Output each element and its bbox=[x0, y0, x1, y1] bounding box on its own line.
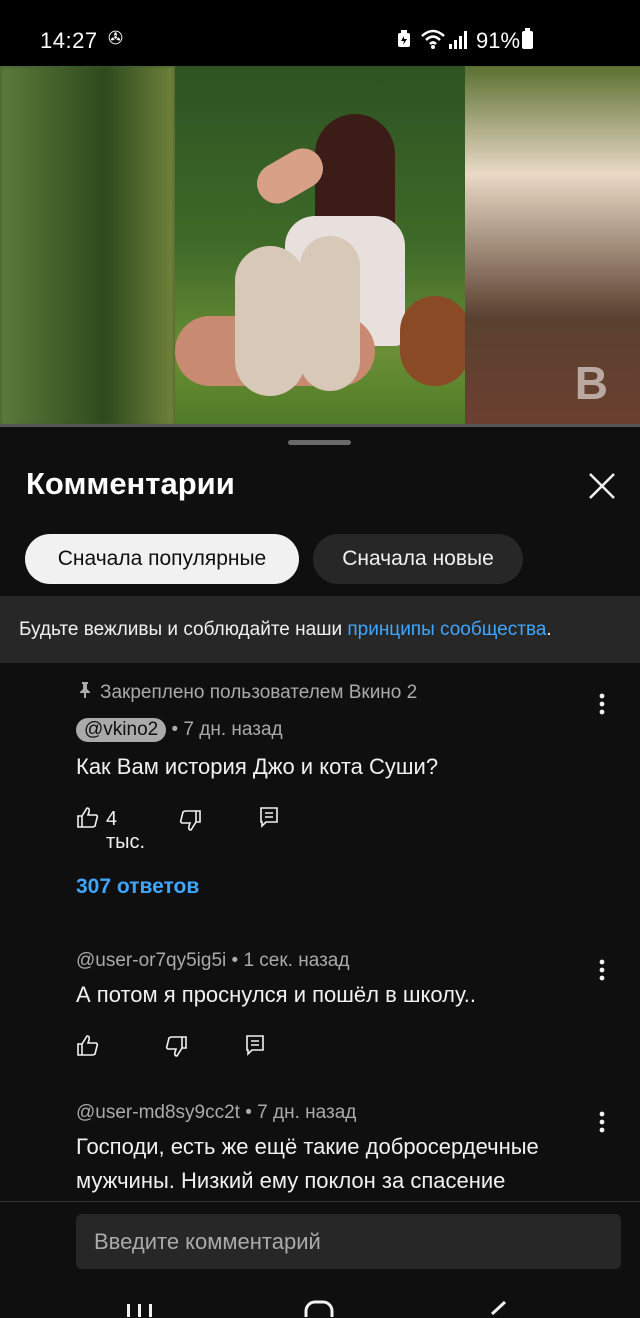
video-progress-bar[interactable] bbox=[0, 424, 640, 427]
like-icon[interactable] bbox=[76, 806, 100, 830]
community-notice: Будьте вежливы и соблюдайте наши принцип… bbox=[0, 596, 640, 663]
comment-text: А потом я проснулся и пошёл в школу.. bbox=[76, 982, 477, 1007]
comments-sheet: Комментарии Сначала популярные Сначала н… bbox=[0, 428, 640, 1317]
notice-suffix: . bbox=[546, 619, 552, 640]
puppy bbox=[400, 296, 470, 386]
battery-icon bbox=[522, 28, 533, 49]
like-count: 4 тыс. bbox=[106, 808, 146, 853]
status-bar: 14:27 ✇ 91% bbox=[0, 0, 640, 66]
comment-meta: @user-or7qy5ig5i • 1 сек. назад bbox=[76, 950, 349, 972]
dislike-icon[interactable] bbox=[178, 808, 202, 832]
puppy bbox=[300, 236, 360, 391]
comment-text: Господи, есть же ещё такие добросердечны… bbox=[76, 1134, 539, 1193]
signal-icon bbox=[449, 31, 467, 49]
replies-link[interactable]: 307 ответов bbox=[76, 875, 199, 899]
back-icon[interactable] bbox=[490, 1300, 507, 1316]
comment-author[interactable]: @user-md8sy9cc2t bbox=[76, 1102, 240, 1123]
close-icon[interactable] bbox=[580, 464, 624, 508]
sheet-title: Комментарии bbox=[26, 466, 235, 501]
reply-icon[interactable] bbox=[258, 806, 280, 828]
like-icon[interactable] bbox=[76, 1034, 100, 1058]
comment-meta: @vkino2 • 7 дн. назад bbox=[76, 718, 283, 742]
status-time: 14:27 bbox=[40, 28, 98, 53]
puppy bbox=[235, 246, 305, 396]
recents-icon[interactable] bbox=[127, 1304, 152, 1317]
reply-icon[interactable] bbox=[244, 1034, 266, 1056]
comment-time: • 1 сек. назад bbox=[231, 950, 350, 971]
dislike-icon[interactable] bbox=[164, 1034, 188, 1058]
comment-author-badge[interactable]: @vkino2 bbox=[76, 718, 167, 742]
battery-percent: 91% bbox=[476, 28, 521, 53]
comment-time: • 7 дн. назад bbox=[171, 719, 283, 740]
navigation-bar bbox=[127, 1300, 507, 1317]
more-options-icon[interactable] bbox=[592, 690, 612, 718]
wifi-icon bbox=[421, 29, 445, 49]
home-icon[interactable] bbox=[304, 1300, 334, 1317]
pinned-label: Закреплено пользователем Вкино 2 bbox=[78, 682, 417, 704]
comment-time: • 7 дн. назад bbox=[245, 1102, 357, 1123]
video-player[interactable]: B bbox=[0, 66, 640, 426]
video-blur-left bbox=[0, 66, 175, 426]
video-blur-right bbox=[465, 66, 640, 426]
pinwheel-icon: ✇ bbox=[108, 28, 124, 48]
sort-chip-newest[interactable]: Сначала новые bbox=[313, 534, 523, 584]
battery-saver-icon bbox=[398, 30, 410, 47]
pinned-text: Закреплено пользователем Вкино 2 bbox=[100, 682, 418, 703]
comment-input[interactable]: Введите комментарий bbox=[76, 1214, 621, 1269]
video-frame bbox=[175, 66, 470, 426]
pin-icon bbox=[80, 682, 90, 698]
drag-handle[interactable] bbox=[288, 440, 351, 445]
comment-text: Как Вам история Джо и кота Суши? bbox=[76, 754, 439, 779]
channel-watermark: B bbox=[574, 357, 608, 409]
notice-text: Будьте вежливы и соблюдайте наши bbox=[19, 619, 348, 640]
sort-chip-popular[interactable]: Сначала популярные bbox=[25, 534, 299, 584]
comment-author[interactable]: @user-or7qy5ig5i bbox=[76, 950, 226, 971]
community-guidelines-link[interactable]: принципы сообщества bbox=[347, 619, 546, 640]
comment-meta: @user-md8sy9cc2t • 7 дн. назад bbox=[76, 1102, 356, 1124]
